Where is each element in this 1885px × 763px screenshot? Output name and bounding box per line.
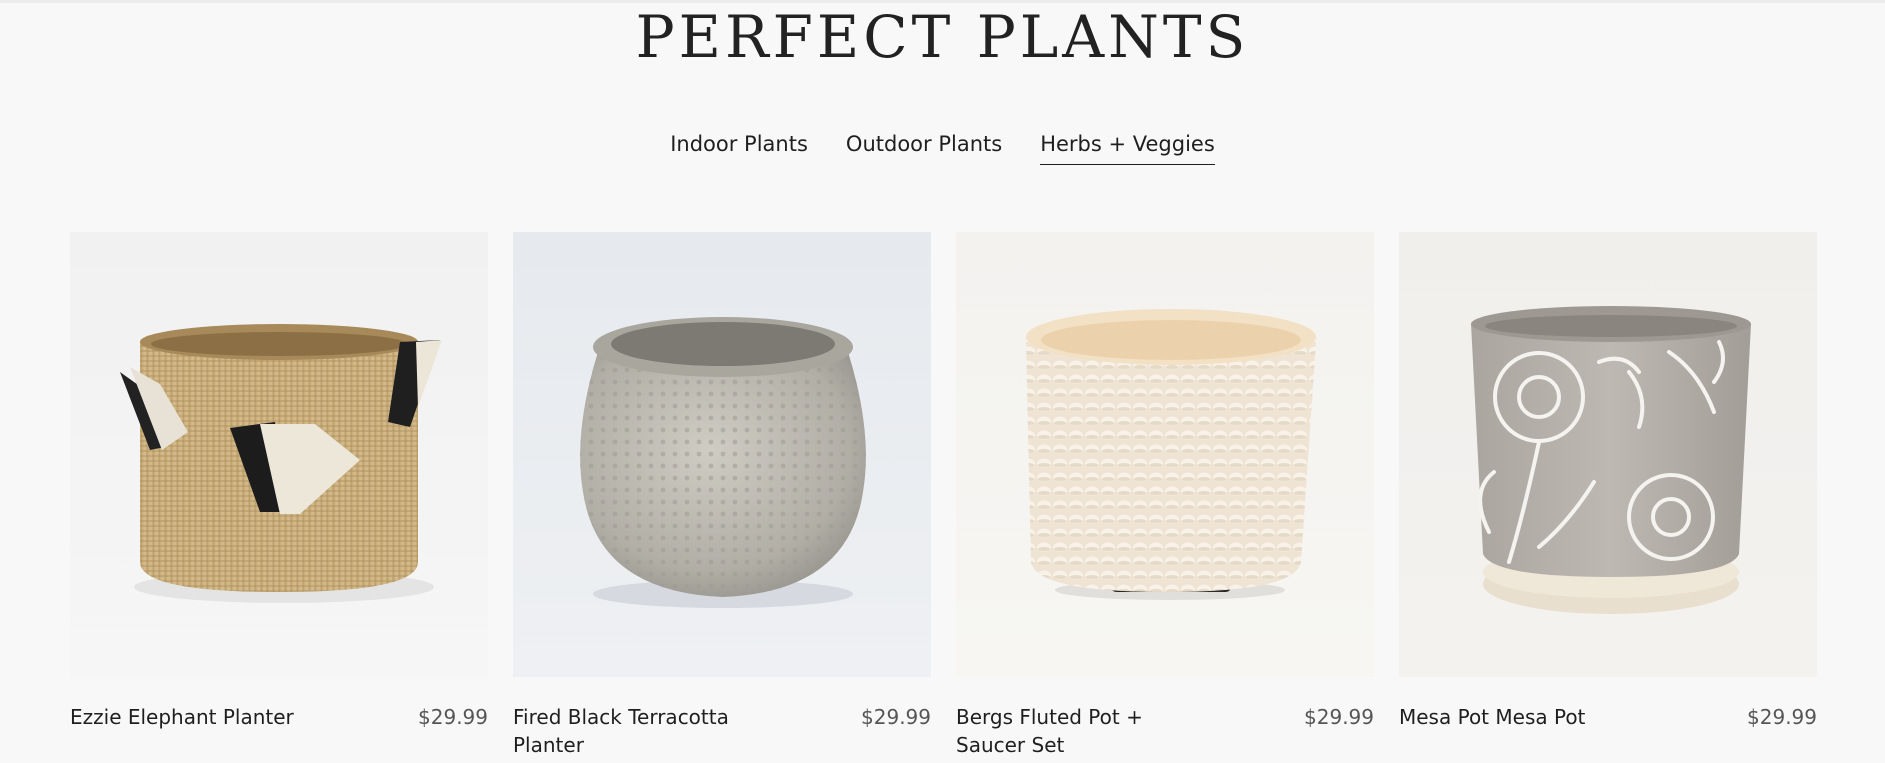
category-tabs: Indoor Plants Outdoor Plants Herbs + Veg… [0, 130, 1885, 165]
woven-basket-planter-image[interactable] [70, 232, 488, 677]
product-price: $29.99 [418, 705, 488, 729]
tab-outdoor-plants[interactable]: Outdoor Plants [846, 130, 1002, 165]
floral-embossed-pot-image[interactable] [1399, 232, 1817, 677]
product-meta: Ezzie Elephant Planter $29.99 [70, 703, 488, 731]
product-name[interactable]: Fired Black Terracotta Planter [513, 703, 773, 759]
product-card[interactable]: Mesa Pot Mesa Pot $29.99 [1399, 232, 1817, 759]
product-card[interactable]: Fired Black Terracotta Planter $29.99 [513, 232, 931, 759]
product-price: $29.99 [1304, 705, 1374, 729]
knit-cream-pot-image[interactable] [956, 232, 1374, 677]
product-name[interactable]: Mesa Pot Mesa Pot [1399, 703, 1585, 731]
product-meta: Mesa Pot Mesa Pot $29.99 [1399, 703, 1817, 731]
tab-herbs-veggies[interactable]: Herbs + Veggies [1040, 130, 1215, 165]
product-meta: Bergs Fluted Pot + Saucer Set $29.99 [956, 703, 1374, 759]
product-meta: Fired Black Terracotta Planter $29.99 [513, 703, 931, 759]
product-grid: Ezzie Elephant Planter $29.99 Fired Blac… [70, 232, 1817, 759]
product-name[interactable]: Ezzie Elephant Planter [70, 703, 294, 731]
tab-indoor-plants[interactable]: Indoor Plants [670, 130, 808, 165]
textured-stone-pot-image[interactable] [513, 232, 931, 677]
product-price: $29.99 [1747, 705, 1817, 729]
product-card[interactable]: Bergs Fluted Pot + Saucer Set $29.99 [956, 232, 1374, 759]
product-card[interactable]: Ezzie Elephant Planter $29.99 [70, 232, 488, 759]
product-price: $29.99 [861, 705, 931, 729]
product-name[interactable]: Bergs Fluted Pot + Saucer Set [956, 703, 1216, 759]
page-title: PERFECT PLANTS [635, 3, 1250, 71]
